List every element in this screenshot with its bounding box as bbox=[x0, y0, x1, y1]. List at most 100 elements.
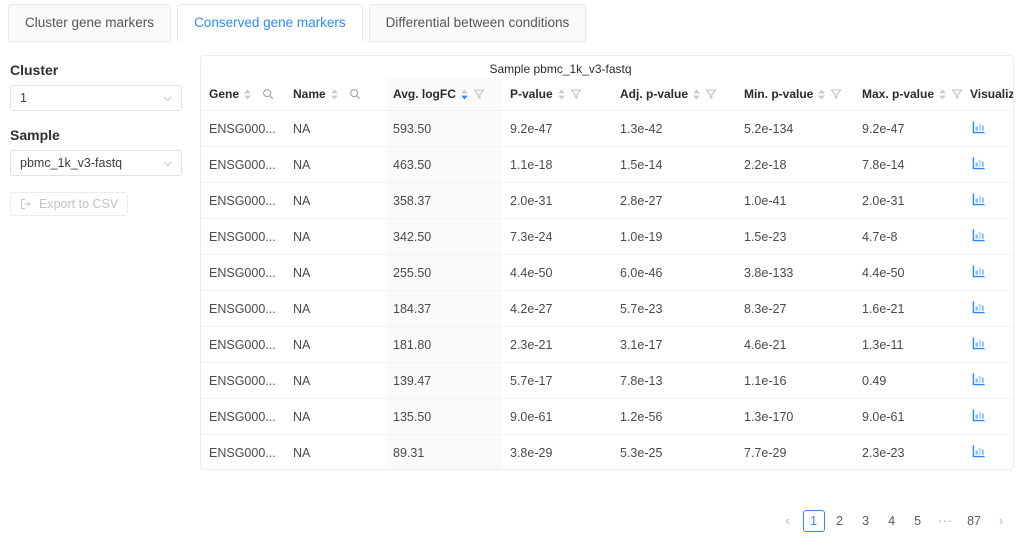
sort-toggle-min-p-value[interactable] bbox=[817, 89, 826, 100]
filter-icon[interactable] bbox=[951, 88, 963, 100]
table-row: ENSG000... NA 135.50 9.0e-61 1.2e-56 1.3e-170… bbox=[201, 398, 1013, 435]
filter-icon[interactable] bbox=[705, 88, 717, 100]
cluster-select[interactable]: 1 bbox=[10, 85, 182, 111]
sidebar: Cluster 1 Sample pbmc_1k_v3-fastq Export… bbox=[10, 62, 182, 216]
column-header-min-p-value[interactable]: Min. p-value bbox=[736, 78, 854, 111]
cell-maxp: 4.7e-8 bbox=[854, 218, 962, 255]
visualize-chart-icon[interactable] bbox=[972, 408, 986, 422]
visualize-chart-icon[interactable] bbox=[972, 300, 986, 314]
cell-name: NA bbox=[285, 218, 385, 255]
cell-gene: ENSG000... bbox=[201, 110, 285, 147]
tab-conserved-gene-markers[interactable]: Conserved gene markers bbox=[177, 4, 363, 42]
export-to-csv-button[interactable]: Export to CSV bbox=[10, 192, 129, 216]
visualize-chart-icon[interactable] bbox=[972, 336, 986, 350]
cell-minp: 4.6e-21 bbox=[736, 326, 854, 363]
cell-logfc: 342.50 bbox=[385, 218, 502, 255]
cell-adjp: 3.1e-17 bbox=[612, 326, 736, 363]
cell-pvalue: 9.0e-61 bbox=[502, 398, 612, 435]
sort-toggle-p-value[interactable] bbox=[557, 89, 566, 100]
cell-logfc: 139.47 bbox=[385, 362, 502, 399]
cell-logfc: 135.50 bbox=[385, 398, 502, 435]
tab-bar: Cluster gene markers Conserved gene mark… bbox=[0, 0, 1024, 42]
cell-gene: ENSG000... bbox=[209, 445, 276, 460]
cell-visualize bbox=[962, 326, 1013, 363]
cell-name: NA bbox=[285, 254, 385, 291]
cell-gene: ENSG000... bbox=[201, 398, 285, 435]
pagination-page-2[interactable]: 2 bbox=[829, 510, 851, 532]
column-header-avg-logfc[interactable]: Avg. logFC bbox=[385, 78, 502, 111]
column-label: P-value bbox=[510, 87, 553, 101]
cell-visualize bbox=[962, 218, 1013, 255]
pagination-page-3[interactable]: 3 bbox=[855, 510, 877, 532]
cell-visualize bbox=[962, 146, 1013, 183]
pagination-page-1[interactable]: 1 bbox=[802, 510, 825, 532]
cell-adjp: 1.0e-19 bbox=[612, 218, 736, 255]
cell-pvalue: 9.2e-47 bbox=[502, 110, 612, 147]
cell-pvalue: 1.1e-18 bbox=[502, 146, 612, 183]
visualize-chart-icon[interactable] bbox=[972, 192, 986, 206]
sort-toggle-gene[interactable] bbox=[243, 89, 252, 100]
cell-maxp: 9.2e-47 bbox=[854, 110, 962, 147]
cell-visualize bbox=[962, 254, 1013, 291]
sample-select[interactable]: pbmc_1k_v3-fastq bbox=[10, 150, 182, 176]
filter-icon[interactable] bbox=[830, 88, 842, 100]
cell-adjp: 1.2e-56 bbox=[612, 398, 736, 435]
pagination-prev[interactable]: ‹ bbox=[777, 510, 799, 532]
cell-visualize bbox=[962, 362, 1013, 399]
cell-visualize bbox=[962, 182, 1013, 219]
sort-toggle-avg-logfc[interactable] bbox=[460, 89, 469, 100]
column-label: Visualize bbox=[970, 87, 1014, 101]
column-header-gene[interactable]: Gene bbox=[201, 78, 285, 111]
column-label: Max. p-value bbox=[862, 87, 935, 101]
visualize-chart-icon[interactable] bbox=[972, 372, 986, 386]
search-icon[interactable] bbox=[349, 88, 361, 100]
search-icon[interactable] bbox=[262, 88, 274, 100]
cell-adjp: 5.7e-23 bbox=[612, 290, 736, 327]
column-header-p-value[interactable]: P-value bbox=[502, 78, 612, 111]
cell-minp: 1.5e-23 bbox=[736, 218, 854, 255]
table-row: ENSG000... NA 184.37 4.2e-27 5.7e-23 8.3e-27 1… bbox=[201, 290, 1013, 327]
pagination-page-5[interactable]: 5 bbox=[907, 510, 929, 532]
cell-minp: 1.1e-16 bbox=[736, 362, 854, 399]
visualize-chart-icon[interactable] bbox=[972, 120, 986, 134]
sort-toggle-name[interactable] bbox=[330, 89, 339, 100]
cell-minp: 1.3e-170 bbox=[736, 398, 854, 435]
chevron-down-icon bbox=[162, 158, 172, 168]
cell-logfc: 181.80 bbox=[385, 326, 502, 363]
tab-differential-between-conditions[interactable]: Differential between conditions bbox=[368, 4, 587, 42]
cell-maxp: 4.4e-50 bbox=[854, 254, 962, 291]
cell-maxp: 0.49 bbox=[854, 362, 962, 399]
cell-maxp: 7.8e-14 bbox=[854, 146, 962, 183]
cell-maxp: 1.3e-11 bbox=[854, 326, 962, 363]
cell-adjp: 6.0e-46 bbox=[612, 254, 736, 291]
visualize-chart-icon[interactable] bbox=[972, 264, 986, 278]
visualize-chart-icon[interactable] bbox=[972, 156, 986, 170]
sort-toggle-adj-p-value[interactable] bbox=[692, 89, 701, 100]
table-row: ENSG000... NA 89.31 3.8e-29 5.3e-25 7.7e-29 2.… bbox=[201, 434, 1013, 469]
cell-minp: 3.8e-133 bbox=[736, 254, 854, 291]
cell-minp: 8.3e-27 bbox=[736, 290, 854, 327]
pagination-next[interactable]: › bbox=[990, 510, 1012, 532]
table-row: ENSG000... NA 255.50 4.4e-50 6.0e-46 3.8e-133… bbox=[201, 254, 1013, 291]
cell-name: NA bbox=[285, 398, 385, 435]
column-header-name[interactable]: Name bbox=[285, 78, 385, 111]
column-header-adj-p-value[interactable]: Adj. p-value bbox=[612, 78, 736, 111]
tab-cluster-gene-markers[interactable]: Cluster gene markers bbox=[8, 4, 172, 42]
cluster-select-value: 1 bbox=[20, 91, 27, 105]
cell-name: NA bbox=[285, 362, 385, 399]
pagination: ‹ 1 2 3 4 5 ··· 87 › bbox=[777, 510, 1012, 532]
filter-icon[interactable] bbox=[570, 88, 582, 100]
column-header-max-p-value[interactable]: Max. p-value bbox=[854, 78, 963, 111]
visualize-chart-icon[interactable] bbox=[972, 228, 986, 242]
visualize-chart-icon[interactable] bbox=[972, 444, 986, 458]
cell-name: NA bbox=[285, 182, 385, 219]
pagination-page-last[interactable]: 87 bbox=[962, 510, 986, 532]
sort-toggle-max-p-value[interactable] bbox=[938, 89, 947, 100]
cell-logfc: 255.50 bbox=[385, 254, 502, 291]
tab-label: Conserved gene markers bbox=[194, 15, 346, 31]
cell-gene: ENSG000... bbox=[201, 182, 285, 219]
cell-visualize bbox=[962, 398, 1013, 435]
pagination-page-4[interactable]: 4 bbox=[881, 510, 903, 532]
filter-icon[interactable] bbox=[473, 88, 485, 100]
cell-name: NA bbox=[293, 445, 311, 460]
